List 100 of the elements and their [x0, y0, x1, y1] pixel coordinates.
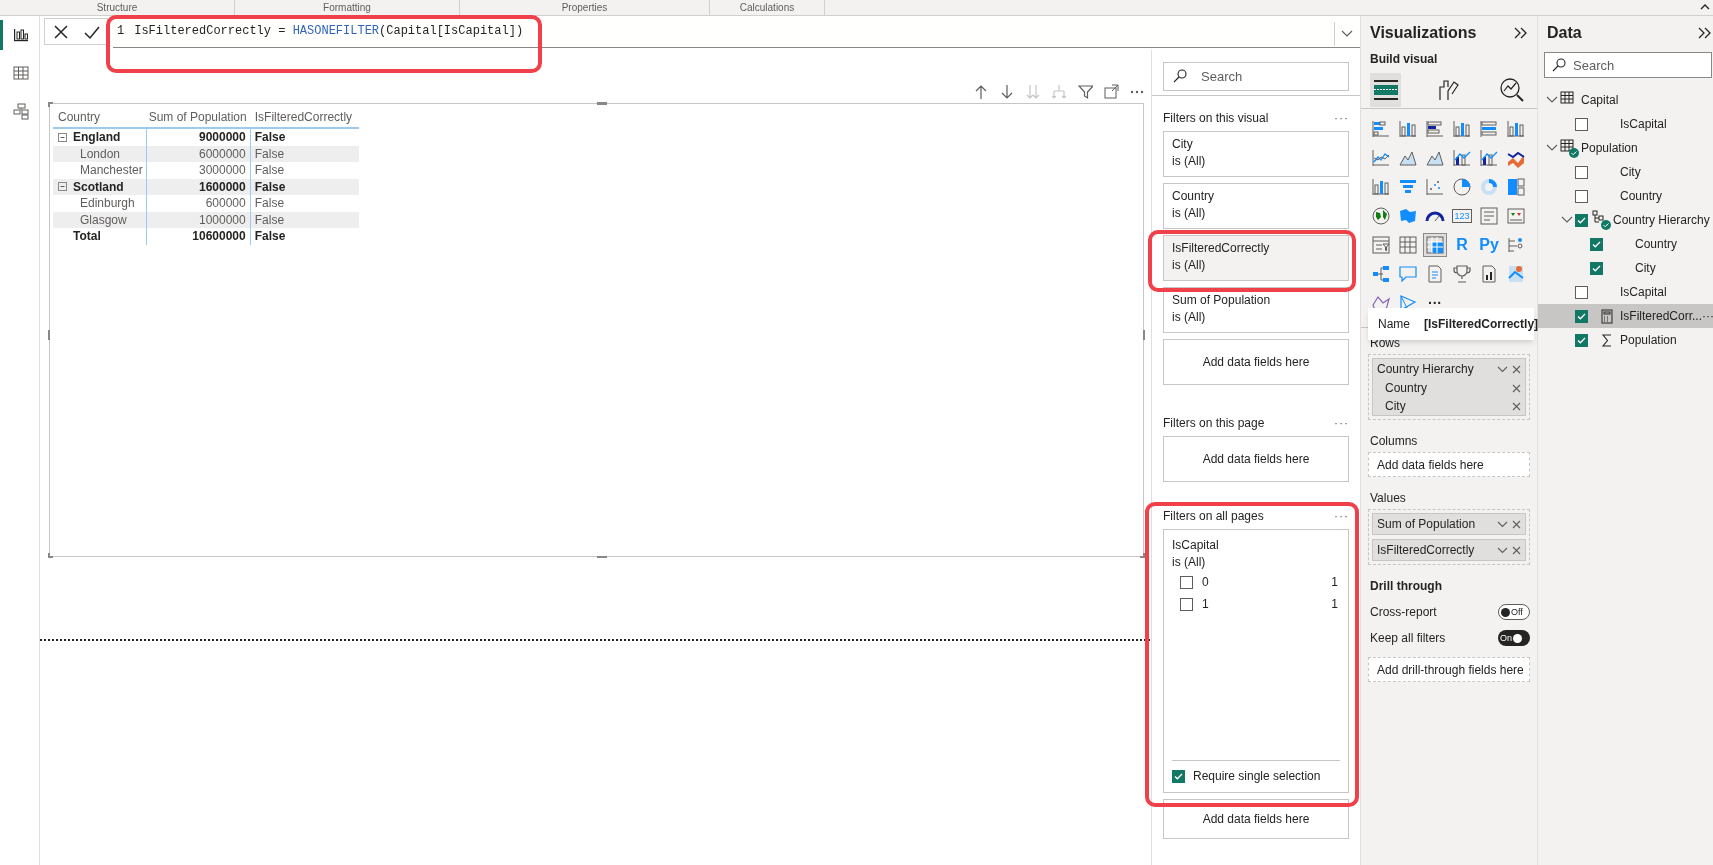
checkbox[interactable]	[1575, 117, 1588, 131]
chevron-down-icon[interactable]	[1497, 520, 1508, 528]
more-options-button[interactable]: ···	[1334, 507, 1349, 525]
field-pill[interactable]: Sum of Population	[1372, 513, 1526, 535]
field-list-item[interactable]: City	[1538, 256, 1713, 280]
chevron-down-icon[interactable]	[1497, 365, 1508, 373]
chevron-down-icon[interactable]	[1546, 144, 1558, 152]
option-label[interactable]: 1	[1202, 595, 1209, 613]
drop-zone[interactable]: Add data fields here	[1163, 339, 1349, 385]
column-header[interactable]: Sum of Population	[147, 108, 251, 126]
resize-handle[interactable]	[48, 330, 51, 340]
filter-card[interactable]: Country is (All)	[1163, 183, 1349, 229]
arrow-down-icon[interactable]	[1000, 84, 1015, 100]
filter-card[interactable]: Sum of Population is (All)	[1163, 287, 1349, 333]
field-list-item[interactable]: Country	[1538, 232, 1713, 256]
drop-zone[interactable]: Add data fields here	[1163, 436, 1349, 482]
field-list-item[interactable]: Population	[1538, 136, 1713, 160]
field-name: City	[1635, 260, 1656, 277]
filter-card[interactable]: IsFilteredCorrectly is (All)	[1163, 235, 1349, 281]
checkbox-label[interactable]: Require single selection	[1193, 768, 1321, 785]
field-well[interactable]: Add data fields here	[1368, 452, 1530, 477]
field-name: City	[1620, 164, 1641, 181]
filter-field-name: IsFilteredCorrectly	[1172, 240, 1271, 257]
table-cell-text: 6000000	[199, 145, 246, 163]
row-label: England	[73, 129, 121, 147]
pane-tab[interactable]	[1370, 72, 1402, 107]
collapse-icon[interactable]	[58, 132, 67, 142]
row-label: Scotland	[73, 178, 124, 196]
remove-icon[interactable]	[1512, 383, 1521, 393]
filter-summary: is (All)	[1172, 554, 1207, 571]
drop-zone[interactable]: Add drill-through fields here	[1368, 657, 1530, 682]
double-chevron-right-icon[interactable]	[1514, 27, 1528, 39]
more-options-button[interactable]: ···	[1334, 109, 1349, 127]
field-list-item[interactable]: IsCapital	[1538, 280, 1713, 304]
resize-handle[interactable]	[48, 553, 53, 558]
checkbox[interactable]	[1575, 213, 1588, 227]
resize-handle[interactable]	[48, 102, 53, 107]
arrow-up-icon[interactable]	[974, 84, 989, 100]
column-header[interactable]: Country	[53, 108, 148, 126]
table-cell-text: False	[254, 178, 286, 196]
field-name: IsCapital	[1620, 116, 1667, 133]
field-pill[interactable]: IsFilteredCorrectly	[1372, 539, 1526, 561]
collapse-icon[interactable]	[58, 182, 67, 192]
field-list-item[interactable]: Country Hierarchy	[1538, 208, 1713, 232]
search-field[interactable]: Search	[1163, 62, 1349, 91]
drop-zone[interactable]: Add data fields here	[1163, 799, 1349, 839]
remove-icon[interactable]	[1512, 401, 1521, 411]
checkbox[interactable]	[1172, 770, 1185, 783]
filter-card[interactable]: City is (All)	[1163, 131, 1349, 177]
chevron-down-icon[interactable]	[1340, 30, 1353, 38]
field-list-item[interactable]: Capital	[1538, 88, 1713, 112]
checkbox[interactable]	[1590, 237, 1603, 251]
close-icon[interactable]	[52, 23, 69, 40]
filter-icon[interactable]	[1078, 84, 1093, 100]
search-field[interactable]: Search	[1544, 52, 1713, 78]
checkbox[interactable]	[1575, 165, 1588, 179]
checkbox[interactable]	[1575, 285, 1588, 299]
chevron-down-icon[interactable]	[1546, 96, 1558, 104]
field-list-item[interactable]: Population	[1538, 328, 1713, 352]
ribbon-group-label: Formatting	[323, 2, 371, 13]
chevron-down-icon[interactable]	[1497, 546, 1508, 554]
focus-mode-icon[interactable]	[1104, 84, 1119, 100]
row-label: Glasgow	[80, 211, 127, 229]
field-well[interactable]: Sum of Population IsFilteredCorrectly	[1368, 509, 1530, 565]
calculator-icon	[1600, 308, 1614, 324]
option-label[interactable]: 0	[1202, 573, 1209, 591]
field-name: City	[1385, 398, 1407, 415]
field-list-item[interactable]: IsCapital	[1538, 112, 1713, 136]
field-name: Capital	[1581, 92, 1619, 109]
field-name: Country	[1385, 380, 1429, 397]
resize-handle[interactable]	[1140, 553, 1145, 558]
chevron-up-icon[interactable]	[1700, 3, 1710, 11]
remove-icon[interactable]	[1512, 519, 1521, 529]
field-list-item[interactable]: Country	[1538, 184, 1713, 208]
checkbox[interactable]	[1575, 333, 1588, 347]
toggle-switch[interactable]: On	[1498, 630, 1530, 646]
double-chevron-right-icon[interactable]	[1698, 27, 1713, 39]
checkbox[interactable]	[1575, 189, 1588, 203]
field-name: Country Hierarchy	[1377, 361, 1475, 378]
checkbox[interactable]	[1575, 309, 1588, 323]
more-options-button[interactable]: ···	[1334, 414, 1349, 432]
resize-handle[interactable]	[596, 555, 607, 558]
remove-icon[interactable]	[1512, 364, 1521, 374]
checkbox[interactable]	[1590, 261, 1603, 275]
field-list-item[interactable]: City	[1538, 160, 1713, 184]
section-title: Drill through	[1369, 578, 1443, 593]
tooltip-key: Name	[1378, 315, 1410, 333]
remove-icon[interactable]	[1512, 545, 1521, 555]
resize-handle[interactable]	[1142, 330, 1145, 340]
more-options-button[interactable]: ···	[1702, 307, 1713, 325]
checkbox[interactable]	[1180, 575, 1193, 589]
field-list-item[interactable]: IsFilteredCorr...···	[1538, 304, 1713, 328]
resize-handle[interactable]	[596, 102, 607, 105]
field-name: Country Hierarchy	[1613, 212, 1710, 229]
ribbon-group-label: Calculations	[739, 2, 795, 13]
column-header[interactable]: IsFilteredCorrectly	[250, 108, 359, 126]
toggle-switch[interactable]: Off	[1498, 604, 1530, 620]
pane-title: Data	[1547, 23, 1582, 43]
checkbox[interactable]	[1180, 597, 1193, 611]
chevron-down-icon[interactable]	[1561, 216, 1573, 224]
